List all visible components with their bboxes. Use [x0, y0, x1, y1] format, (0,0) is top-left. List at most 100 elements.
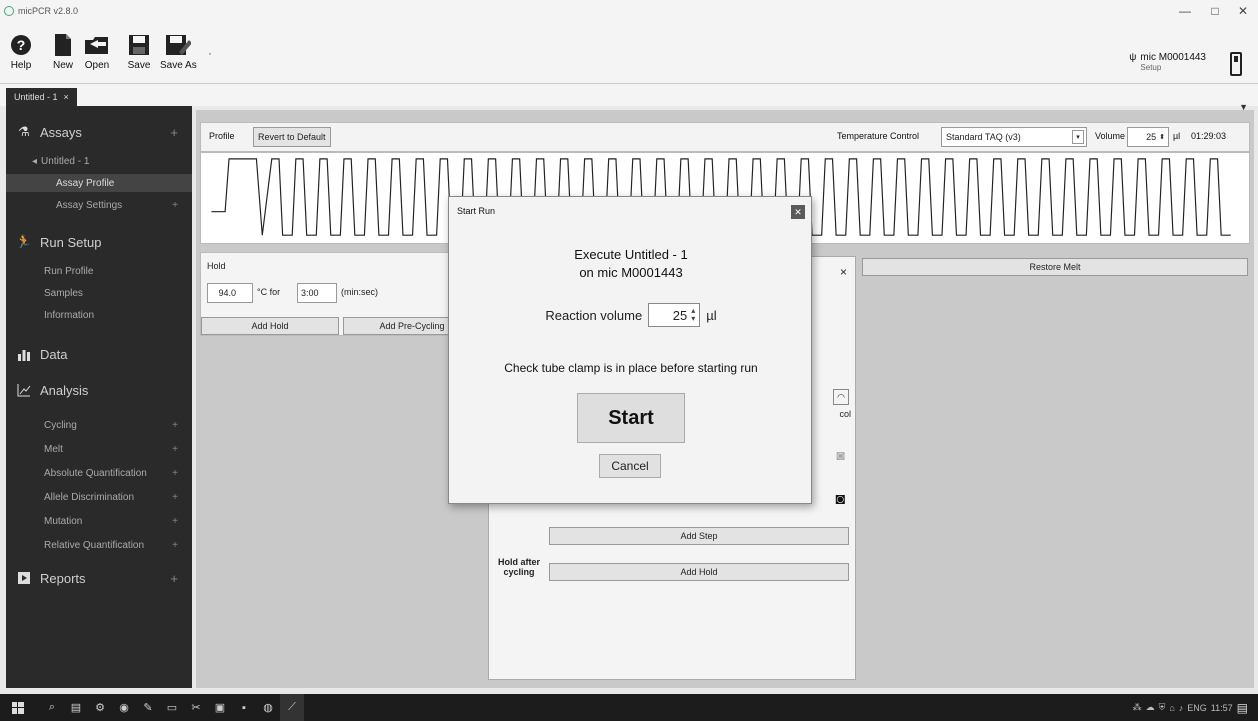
- toolbar: ? Help New Open Save Save As · ψ mic M00…: [0, 22, 1258, 84]
- sidebar-item-assays[interactable]: ⚗ Assays +: [6, 120, 192, 144]
- sidebar-item-run-profile[interactable]: Run Profile: [6, 262, 192, 280]
- start-button[interactable]: Start: [577, 393, 685, 443]
- toolbar-overflow-icon[interactable]: ·: [208, 46, 212, 60]
- sidebar-item-reports[interactable]: Reports +: [6, 566, 192, 590]
- app-icon-taskbar[interactable]: ◉: [112, 694, 136, 721]
- select-arrow-icon: ▾: [1072, 130, 1084, 144]
- new-button[interactable]: New: [50, 32, 76, 71]
- input-language[interactable]: ENG: [1187, 703, 1207, 713]
- panel-close-icon[interactable]: ×: [840, 265, 847, 279]
- add-step-button[interactable]: Add Step: [549, 527, 849, 545]
- usb-icon: ψ: [1129, 52, 1137, 63]
- sidebar-item-analysis[interactable]: Analysis: [6, 378, 192, 402]
- hold-title: Hold: [207, 261, 226, 271]
- title-bar: micPCR v2.8.0 — □ ✕: [0, 0, 1258, 22]
- restore-melt-button[interactable]: Restore Melt: [862, 258, 1248, 276]
- sidebar-item-information[interactable]: Information: [6, 306, 192, 324]
- sidebar-item-absolute-quantification[interactable]: Absolute Quantification +: [6, 464, 192, 482]
- hold-time-unit: (min:sec): [341, 287, 379, 297]
- tray-bluetooth-icon[interactable]: ⁂: [1133, 702, 1142, 713]
- dialog-close-icon[interactable]: ✕: [791, 205, 805, 219]
- revert-to-default-button[interactable]: Revert to Default: [253, 127, 331, 147]
- tray-shield-icon[interactable]: ⛨: [1159, 702, 1166, 713]
- sidebar-item-mutation[interactable]: Mutation +: [6, 512, 192, 530]
- browser-icon[interactable]: ◍: [256, 694, 280, 721]
- help-button[interactable]: ? Help: [8, 32, 34, 71]
- hold-temperature-input[interactable]: 94.0: [207, 283, 253, 303]
- device-battery-icon: [1230, 52, 1242, 76]
- tray-network-icon[interactable]: ⌂: [1169, 703, 1174, 713]
- tube-clamp-warning: Check tube clamp is in place before star…: [504, 361, 758, 375]
- reaction-volume-unit: µl: [706, 307, 717, 323]
- add-hold-after-cycling-button[interactable]: Add Hold: [549, 563, 849, 581]
- close-window-button[interactable]: ✕: [1228, 0, 1258, 22]
- sidebar-item-samples[interactable]: Samples: [6, 284, 192, 302]
- clock[interactable]: 11:57: [1211, 703, 1233, 713]
- sidebar-item-assay-settings[interactable]: Assay Settings +: [6, 196, 192, 214]
- save-as-icon: [165, 32, 192, 58]
- gauge-icon[interactable]: ◠: [833, 389, 849, 405]
- dialog-title: Start Run: [457, 206, 496, 216]
- expand-icon[interactable]: +: [170, 125, 178, 140]
- search-icon[interactable]: ⌕: [40, 694, 64, 721]
- sidebar-item-cycling[interactable]: Cycling +: [6, 416, 192, 434]
- app-title-text: micPCR v2.8.0: [18, 6, 79, 16]
- start-run-dialog: Start Run ✕ Execute Untitled - 1 on mic …: [448, 196, 812, 504]
- reaction-volume-spinner[interactable]: 25 ▴ ▾: [648, 303, 701, 327]
- file-explorer-icon[interactable]: ▤: [64, 694, 88, 721]
- snipping-icon[interactable]: ✂: [184, 694, 208, 721]
- profile-toolbar: Profile Revert to Default Temperature Co…: [200, 122, 1250, 152]
- run-icon: 🏃: [15, 234, 33, 249]
- cancel-button[interactable]: Cancel: [599, 454, 661, 478]
- minimize-button[interactable]: —: [1170, 0, 1200, 22]
- device-status[interactable]: ψ mic M0001443 Setup: [1129, 52, 1206, 72]
- volume-label: Volume: [1095, 131, 1126, 141]
- collapse-icon: ◂: [32, 155, 38, 167]
- hold-time-input[interactable]: 3:00: [297, 283, 337, 303]
- document-tab-row: Untitled - 1 ×: [0, 84, 1258, 106]
- sidebar-item-assay-untitled[interactable]: ◂ Untitled - 1: [6, 152, 192, 170]
- temperature-control-select[interactable]: Standard TAQ (v3) ▾: [941, 127, 1087, 147]
- camera-disabled-icon[interactable]: ◙: [837, 447, 845, 463]
- save-as-button[interactable]: Save As: [160, 32, 197, 71]
- sidebar-item-run-setup[interactable]: 🏃 Run Setup: [6, 230, 192, 254]
- spinner-arrows-icon: ▴ ▾: [691, 306, 696, 323]
- run-duration: 01:29:03: [1191, 131, 1227, 141]
- media-icon[interactable]: ▣: [208, 694, 232, 721]
- add-hold-button[interactable]: Add Hold: [201, 317, 339, 335]
- save-disk-icon: [126, 32, 152, 58]
- step-col-label: col: [839, 409, 851, 419]
- sidebar-item-data[interactable]: Data: [6, 342, 192, 366]
- notes-icon[interactable]: ✎: [136, 694, 160, 721]
- tab-close-icon[interactable]: ×: [64, 92, 69, 102]
- calendar-icon[interactable]: ▭: [160, 694, 184, 721]
- sidebar: ⚗ Assays + ◂ Untitled - 1 Assay Profile …: [6, 106, 192, 688]
- open-button[interactable]: Open: [84, 32, 110, 71]
- spinner-arrows-icon: ⬍: [1159, 134, 1165, 141]
- help-icon: ?: [8, 32, 34, 58]
- reports-icon: [16, 570, 32, 586]
- app-icon: [4, 6, 14, 16]
- svg-text:?: ?: [17, 37, 26, 53]
- windows-start-icon[interactable]: [6, 694, 30, 721]
- tray-cloud-icon[interactable]: ☁: [1146, 702, 1155, 713]
- taskbar: ⌕ ▤ ⚙ ◉ ✎ ▭ ✂ ▣ ▪ ◍ ⟋ ⁂ ☁ ⛨ ⌂ ♪ ENG 11:5…: [0, 694, 1258, 721]
- execute-line: Execute Untitled - 1: [574, 247, 688, 262]
- volume-spinner[interactable]: 25 ⬍: [1127, 127, 1169, 147]
- camera-icon[interactable]: ◙: [835, 491, 845, 509]
- save-button[interactable]: Save: [126, 32, 152, 71]
- temperature-control-label: Temperature Control: [837, 131, 920, 141]
- notifications-icon[interactable]: ▤: [1237, 701, 1248, 715]
- document-tab[interactable]: Untitled - 1 ×: [6, 88, 77, 106]
- sidebar-item-relative-quantification[interactable]: Relative Quantification +: [6, 536, 192, 554]
- sidebar-item-melt[interactable]: Melt +: [6, 440, 192, 458]
- system-tray: ⁂ ☁ ⛨ ⌂ ♪ ENG 11:57 ▤: [1133, 694, 1248, 721]
- tray-volume-icon[interactable]: ♪: [1179, 703, 1184, 713]
- settings-icon[interactable]: ⚙: [88, 694, 112, 721]
- maximize-button[interactable]: □: [1200, 0, 1230, 22]
- sidebar-item-allele-discrimination[interactable]: Allele Discrimination +: [6, 488, 192, 506]
- tools-icon[interactable]: ▪: [232, 694, 256, 721]
- mic-pcr-taskbar-icon[interactable]: ⟋: [280, 694, 304, 721]
- sidebar-item-assay-profile[interactable]: Assay Profile: [6, 174, 192, 192]
- open-folder-icon: [84, 32, 110, 58]
